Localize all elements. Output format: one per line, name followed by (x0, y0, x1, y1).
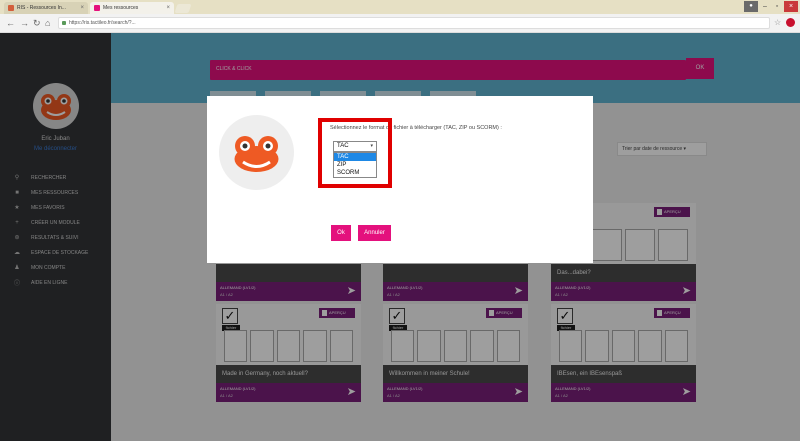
new-tab-button[interactable] (174, 4, 192, 13)
format-select[interactable]: TAC ▾ (333, 141, 377, 152)
url-text: https://ris.tactileo.fr/search/?... (69, 20, 136, 26)
maximize-icon[interactable]: ▫ (772, 1, 782, 12)
browser-tab-active[interactable]: Mes ressources × (90, 2, 174, 14)
frog-logo-icon (219, 115, 294, 190)
close-tab-icon[interactable]: × (166, 5, 170, 11)
back-icon[interactable]: ← (6, 18, 15, 29)
chevron-down-icon: ▾ (370, 143, 373, 149)
forward-icon[interactable]: → (20, 18, 29, 29)
lock-icon (62, 21, 66, 25)
format-option-zip[interactable]: ZIP (334, 161, 376, 169)
favicon-icon (8, 5, 14, 11)
format-option-tac[interactable]: TAC (334, 153, 376, 161)
home-icon[interactable]: ⌂ (45, 18, 50, 29)
favicon-icon (94, 5, 100, 11)
window-controls: ● – ▫ × (744, 0, 798, 13)
browser-tab[interactable]: RIS - Ressources In... × (4, 2, 88, 14)
close-tab-icon[interactable]: × (80, 5, 84, 11)
dialog-cancel-button[interactable]: Annuler (358, 225, 391, 241)
dialog-ok-button[interactable]: Ok (331, 225, 351, 241)
browser-tab-bar: RIS - Ressources In... × Mes ressources … (0, 0, 800, 14)
tab-label: Mes ressources (103, 5, 139, 11)
minimize-icon[interactable]: – (760, 1, 770, 12)
tab-label: RIS - Ressources In... (17, 5, 66, 11)
format-options-list: TAC ZIP SCORM (333, 152, 377, 178)
profile-icon[interactable]: ● (744, 1, 758, 12)
close-window-icon[interactable]: × (784, 1, 798, 12)
download-format-dialog: Sélectionnez le format du fichier à télé… (207, 96, 593, 263)
bookmark-star-icon[interactable]: ☆ (774, 18, 781, 27)
format-select-value: TAC (337, 143, 349, 149)
extension-icon[interactable] (786, 18, 795, 27)
format-option-scorm[interactable]: SCORM (334, 169, 376, 177)
address-bar: ← → ↻ ⌂ https://ris.tactileo.fr/search/?… (0, 14, 800, 33)
reload-icon[interactable]: ↻ (33, 18, 41, 29)
url-input[interactable]: https://ris.tactileo.fr/search/?... (58, 17, 770, 29)
